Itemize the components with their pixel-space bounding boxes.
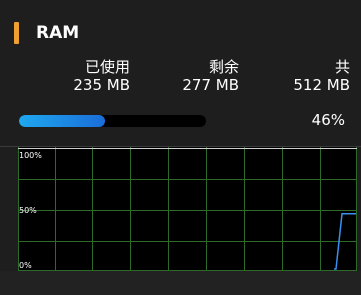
panel-title: RAM — [36, 23, 80, 43]
panel-header: RAM — [14, 22, 79, 44]
used-stat: 已使用 235 MB — [73, 58, 130, 94]
usage-progress-bar — [19, 115, 206, 127]
used-value: 235 MB — [73, 76, 130, 94]
y-axis-label-50: 50% — [19, 206, 37, 215]
total-label: 共 — [334, 58, 350, 76]
free-stat: 剩余 277 MB — [182, 58, 239, 94]
graph-canvas — [18, 147, 357, 271]
total-value: 512 MB — [293, 76, 350, 94]
ram-panel: RAM 已使用 235 MB 剩余 277 MB 共 512 MB 46% 10… — [0, 0, 361, 295]
usage-history-graph — [18, 147, 357, 271]
bottom-strip — [0, 271, 361, 295]
total-stat: 共 512 MB — [293, 58, 350, 94]
free-label: 剩余 — [208, 58, 239, 76]
usage-progress-fill — [19, 115, 106, 127]
y-axis-label-0: 0% — [19, 261, 32, 270]
free-value: 277 MB — [182, 76, 239, 94]
y-axis-label-100: 100% — [19, 151, 42, 160]
accent-bar — [14, 22, 19, 44]
used-label: 已使用 — [84, 58, 130, 76]
usage-percent: 46% — [311, 111, 345, 129]
